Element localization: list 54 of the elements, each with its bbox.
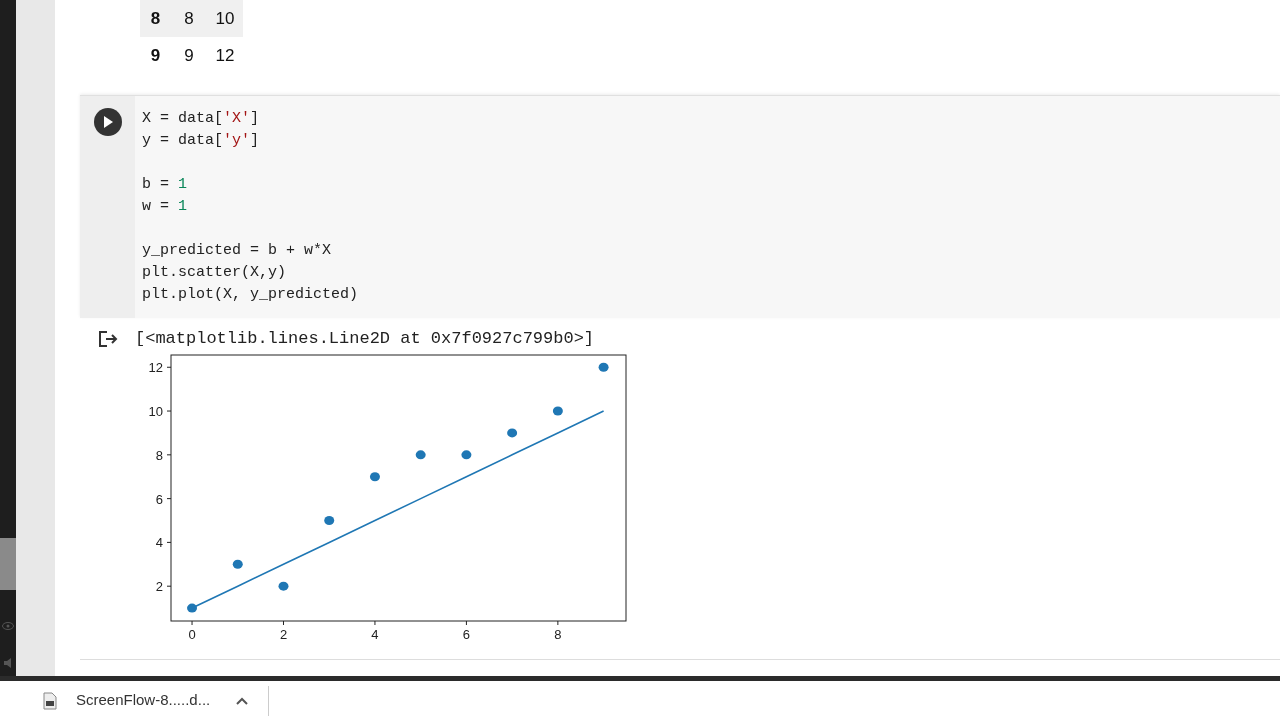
play-icon [102, 116, 113, 128]
scatter-point [369, 472, 380, 482]
scatter-point [415, 450, 426, 460]
y-tick: 2 [155, 579, 172, 595]
y-tick-label: 8 [155, 447, 163, 463]
y-tick: 6 [155, 491, 172, 507]
scatter-point [598, 362, 609, 372]
code-line: y = data['y'] [142, 131, 261, 151]
y-tick-label: 4 [155, 535, 163, 551]
code-line: b = 1 [142, 175, 189, 195]
x-tick: 0 [188, 620, 196, 642]
scatter-point [187, 603, 198, 613]
download-item[interactable]: ScreenFlow-8.....d... [76, 689, 211, 712]
x-tick: 8 [554, 620, 562, 642]
table-cell-text: 10 [214, 7, 236, 30]
code-line: plt.scatter(X,y) [142, 263, 288, 283]
y-tick: 12 [148, 360, 172, 376]
table-cell-text: 8 [183, 7, 195, 30]
y-tick-label: 12 [148, 360, 163, 376]
output-icon[interactable] [97, 330, 118, 348]
scatter-point [507, 428, 518, 438]
scatter-point [461, 450, 472, 460]
scatter-point [232, 559, 243, 569]
run-button[interactable] [93, 108, 122, 136]
x-tick-label: 6 [462, 627, 471, 642]
y-tick-label: 6 [155, 491, 163, 507]
scatter-point [552, 406, 563, 416]
x-tick-label: 2 [279, 627, 288, 642]
y-tick-label: 10 [148, 404, 163, 420]
y-tick: 4 [155, 535, 172, 551]
scroll-thumb[interactable] [0, 538, 16, 590]
scatter-point [278, 581, 289, 591]
code-line: plt.plot(X, y_predicted) [142, 285, 360, 305]
x-tick: 6 [462, 620, 470, 642]
code-line: y_predicted = b + w*X [142, 241, 333, 261]
code-line: X = data['X'] [142, 109, 261, 129]
x-tick: 2 [279, 620, 288, 642]
table-cell-text: 9 [183, 44, 195, 67]
code-line: w = 1 [142, 197, 189, 217]
code-editor[interactable]: X = data['X'] y = data['y'] b = 1 w = 1 y_predicted = b + w*X plt.scatter(X,y) plt.plot(X, y_predicted) [135, 96, 1280, 318]
y-tick-label: 2 [155, 579, 163, 595]
x-tick-label: 8 [554, 627, 562, 642]
scatter-point [324, 516, 335, 525]
output-text: [<matplotlib.lines.Line2D at 0x7f0927c799b0>] [135, 328, 596, 350]
y-tick: 8 [155, 447, 172, 463]
x-tick: 4 [371, 620, 379, 642]
row-index: 8 [149, 7, 162, 30]
file-icon [43, 691, 57, 710]
y-tick: 10 [148, 404, 172, 420]
caret-up-icon[interactable] [236, 696, 249, 705]
x-tick-label: 0 [188, 627, 196, 642]
row-index: 9 [149, 44, 162, 67]
table-cell-text: 12 [214, 44, 236, 67]
x-tick-label: 4 [371, 627, 379, 642]
